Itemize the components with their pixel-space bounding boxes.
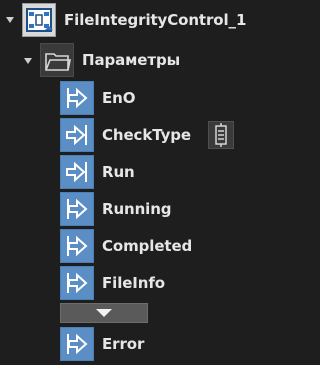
pin-label: Running (102, 200, 172, 218)
group-label: Параметры (82, 51, 181, 69)
root-label: FileIntegrityControl_1 (64, 11, 247, 29)
output-pin-icon (60, 192, 94, 226)
input-pin-icon (60, 118, 94, 152)
pin-label: Error (102, 335, 145, 353)
tree-group-node[interactable]: Параметры (40, 43, 180, 77)
tree-pin-running[interactable]: Running (60, 192, 172, 226)
function-block-icon (22, 3, 56, 37)
output-pin-icon (60, 266, 94, 300)
tree-pin-error[interactable]: Error (60, 327, 144, 361)
tree-pin-run[interactable]: Run (60, 155, 135, 189)
tree-pin-fileinfo[interactable]: FileInfo (60, 266, 165, 300)
group-expand-caret[interactable] (24, 58, 32, 64)
input-pin-icon (60, 155, 94, 189)
output-pin-icon (60, 229, 94, 263)
pin-label: CheckType (102, 126, 191, 144)
output-pin-icon (60, 81, 94, 115)
tree-root-node[interactable]: FileIntegrityControl_1 (22, 3, 246, 37)
expand-more-button[interactable] (60, 303, 148, 323)
tree-pin-completed[interactable]: Completed (60, 229, 192, 263)
tree-pin-eno[interactable]: EnO (60, 81, 135, 115)
pin-label: Completed (102, 237, 193, 255)
chevron-down-icon (96, 309, 112, 317)
pin-label: EnO (102, 89, 136, 107)
pin-label: FileInfo (102, 274, 165, 292)
folder-icon (40, 43, 74, 77)
tree-pin-checktype[interactable]: CheckType (60, 118, 191, 152)
root-expand-caret[interactable] (6, 17, 14, 23)
enum-type-button[interactable] (208, 121, 234, 149)
pin-label: Run (102, 163, 135, 181)
list-icon (215, 123, 227, 147)
output-pin-icon (60, 327, 94, 361)
